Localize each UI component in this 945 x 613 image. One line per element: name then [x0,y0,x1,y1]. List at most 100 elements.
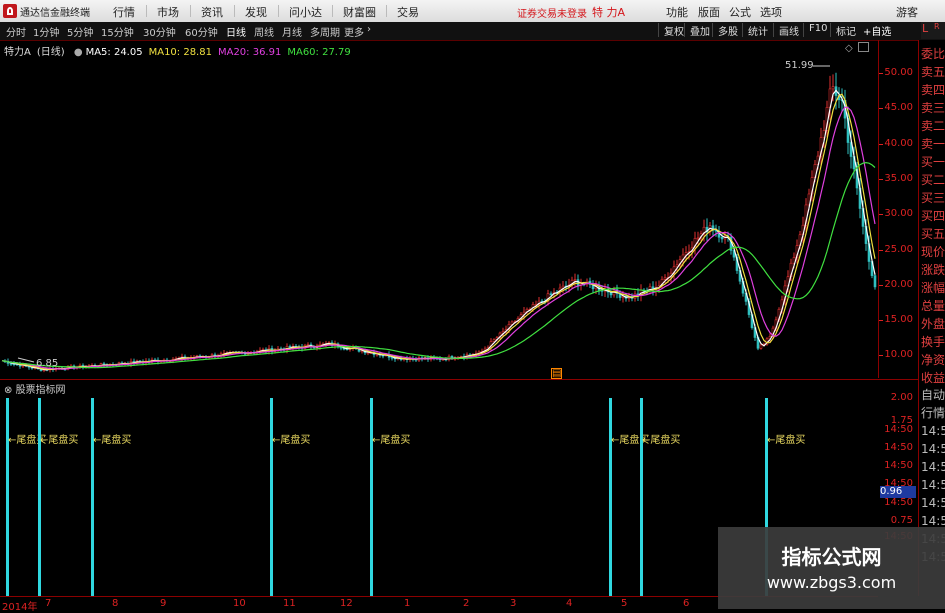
side-panel-label: 14:50 [921,496,945,510]
ma10-value: MA10: 28.81 [148,47,212,58]
price-axis-label: 10.00 [884,349,913,361]
period-daily[interactable]: 日线 [226,24,246,39]
statistics-button[interactable]: 统计 [742,23,768,38]
menu-item-news[interactable]: 资讯 [190,4,223,20]
indicator-axis-label: 2.00 [890,392,913,403]
period-30min[interactable]: 30分钟 [143,24,176,39]
side-panel-label: 卖五 [921,65,945,79]
stock-name-title: 特 力A [592,6,626,19]
ma-period: (日线) [36,47,65,58]
menu-item-ask[interactable]: 问小达 [278,4,322,20]
candle-body [759,344,763,349]
guest-user[interactable]: 游客 [896,4,918,20]
period-5min[interactable]: 5分钟 [67,24,93,39]
date-axis-label: 7 [45,598,52,609]
menu-function[interactable]: 功能 [666,4,688,20]
price-axis-label: 45.00 [884,102,913,114]
period-more[interactable]: 更多 [344,24,364,39]
ma60-line [1,161,876,369]
mark-button[interactable]: 标记 [830,23,856,38]
diamond-icon[interactable]: ◇ [845,43,853,54]
side-panel-label: 14:50 [921,442,945,456]
add-self-select-button[interactable]: +自选 [863,23,891,38]
buy-signal-bar [6,398,9,596]
period-more-chevron-icon[interactable]: › [367,24,371,35]
price-axis-label: 30.00 [884,208,913,220]
buy-signal-label: ←尾盘买 [272,435,311,446]
buy-signal-bar [91,398,94,596]
date-axis-label: 1 [404,598,411,609]
menu-options[interactable]: 选项 [760,4,782,20]
menu-item-wealth[interactable]: 财富圈 [332,4,376,20]
side-panel-label: 净资 [921,353,945,367]
indicator-icon: ⊗ [4,385,16,396]
menu-item-market[interactable]: 市场 [146,4,179,20]
indicator-title-text: 股票指标网 [15,385,66,396]
date-axis-label: 6 [683,598,690,609]
restore-rights-button[interactable]: 复权 [658,23,684,38]
candle-body [720,236,724,240]
price-axis-label: 50.00 [884,67,913,78]
f10-button[interactable]: F10 [803,23,827,37]
menu-item-quotes[interactable]: 行情 [113,4,135,20]
buy-signal-bar [640,398,643,596]
menu-item-discover[interactable]: 发现 [234,4,267,20]
candle-body [873,275,877,288]
candle-body [663,277,667,280]
side-panel-label: 卖一 [921,137,945,151]
kline-chart[interactable] [0,40,879,378]
menu-item-trade[interactable]: 交易 [386,4,419,20]
period-60min[interactable]: 60分钟 [185,24,218,39]
menu-layout[interactable]: 版面 [698,4,720,20]
buy-signal-bar [38,398,41,596]
price-axis-label: 25.00 [884,243,913,255]
period-weekly[interactable]: 周线 [254,24,274,39]
price-axis-tick [879,178,883,180]
kline-svg [1,65,877,373]
period-timeshare[interactable]: 分时 [6,24,26,39]
overlay-button[interactable]: 叠加 [684,23,710,38]
buy-signal-label: ←尾盘买 [767,435,806,446]
ma5-value: MA5: 24.05 [85,47,143,58]
menu-formula[interactable]: 公式 [729,4,751,20]
ma-stock-name: 特力A [4,47,31,58]
indicator-axis-label: 14:50 [884,424,913,435]
lr-badge[interactable]: L R [921,22,945,39]
price-axis-tick [879,73,883,74]
maximize-icon[interactable] [858,42,869,52]
quote-side-panel: 委比 卖五 卖四 卖三 卖二 卖一 买一 买二 买三 买四 买五 现价 涨跌 涨幅 总量 外盘 换手 净资 收益 自动… [918,40,945,596]
price-axis-tick [879,320,883,322]
period-1min[interactable]: 1分钟 [33,24,59,39]
ma20-line [1,106,876,370]
price-axis-tick [879,249,883,251]
login-warning[interactable]: 证券交易未登录 [517,5,587,20]
buy-signal-label: ←尾盘买 [642,435,681,446]
candle-body [549,293,553,296]
draw-line-button[interactable]: 画线 [773,23,799,38]
period-multi[interactable]: 多周期 [310,24,340,39]
price-axis-tick [879,108,883,110]
candle-body [573,279,577,281]
side-panel-label: 卖二 [921,119,945,133]
event-marker-icon[interactable]: ▤ [551,368,563,379]
badge-l: L [922,22,929,35]
buy-signal-bar [270,398,273,596]
buy-signal-label: ←尾盘买 [40,435,79,446]
menu-bar: 通达信金融终端 行情 市场 资讯 发现 问小达 财富圈 交易 证券交易未登录 特… [0,0,945,23]
buy-signal-bar [370,398,373,596]
indicator-title: ⊗ 股票指标网 [4,381,66,396]
price-axis-label: 15.00 [884,314,913,326]
date-axis-label: 5 [621,598,628,609]
watermark-url: www.zbgs3.com [766,573,897,592]
price-axis-label: 40.00 [884,137,913,149]
side-panel-label: 外盘 [921,317,945,331]
indicator-axis-label: 0.75 [890,515,913,526]
multi-stock-button[interactable]: 多股 [712,23,738,38]
period-monthly[interactable]: 月线 [282,24,302,39]
candle-body [831,86,835,90]
price-axis-label: 20.00 [884,278,913,290]
indicator-axis-label: 14:50 [884,460,913,471]
current-value-badge: 0.96 [880,486,916,498]
period-15min[interactable]: 15分钟 [101,24,134,39]
date-axis-label: 8 [112,598,119,609]
